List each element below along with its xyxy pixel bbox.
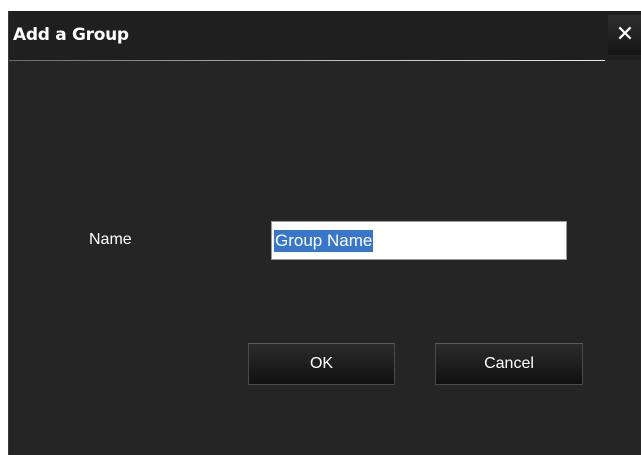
cancel-button[interactable]: Cancel <box>435 343 583 385</box>
close-icon[interactable]: ✕ <box>608 15 641 55</box>
group-name-input[interactable]: Group Name <box>271 221 567 260</box>
ok-button[interactable]: OK <box>248 343 395 385</box>
group-name-input-value: Group Name <box>274 230 374 252</box>
dialog-title: Add a Group <box>13 25 129 45</box>
name-label: Name <box>89 231 132 248</box>
dialog-titlebar: Add a Group ✕ <box>9 11 641 60</box>
add-group-dialog: Add a Group ✕ Name Group Name OK Cancel <box>8 11 641 455</box>
title-divider <box>9 60 605 61</box>
